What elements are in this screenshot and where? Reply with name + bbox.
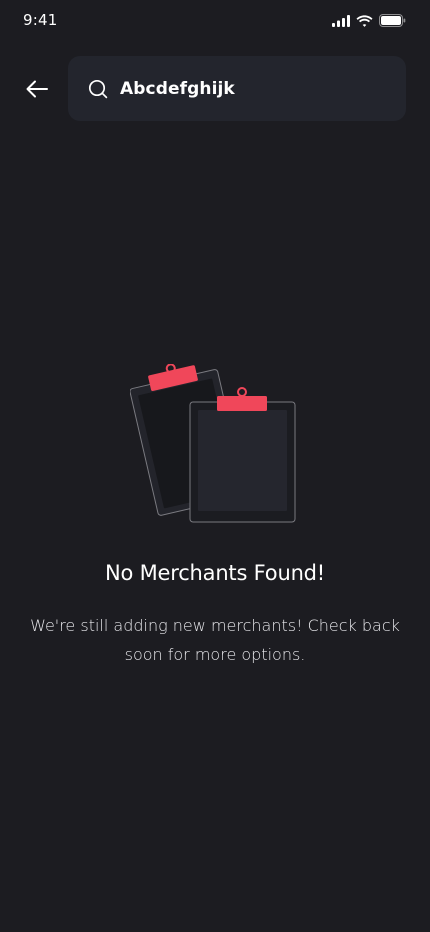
status-bar: 9:41: [0, 0, 430, 44]
arrow-left-icon: [26, 80, 48, 98]
status-icons: [332, 14, 406, 27]
cellular-signal-icon: [332, 14, 350, 27]
search-bar[interactable]: [68, 56, 406, 121]
battery-icon: [379, 14, 406, 27]
clipboards-illustration: [129, 363, 300, 528]
search-icon: [88, 79, 108, 99]
search-input[interactable]: [120, 76, 390, 102]
wifi-icon: [356, 14, 373, 27]
search-header: [0, 56, 430, 122]
empty-state-title: No Merchants Found!: [104, 561, 326, 585]
status-time: 9:41: [23, 11, 58, 29]
back-button[interactable]: [20, 73, 54, 105]
empty-state-message: We're still adding new merchants! Check …: [30, 616, 400, 664]
